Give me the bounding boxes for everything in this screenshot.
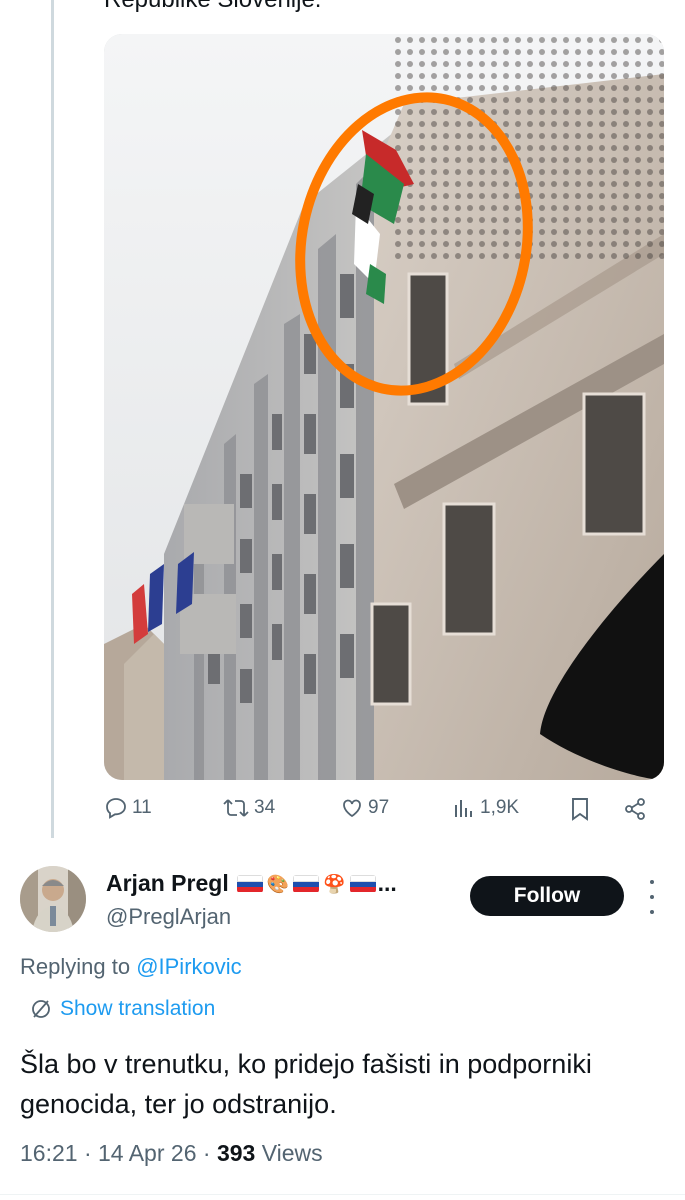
repost-icon — [223, 799, 249, 817]
views-count: 1,9K — [480, 797, 520, 818]
views-label: Views — [261, 1140, 323, 1166]
tweet-photo[interactable] — [104, 34, 664, 780]
tweet-date[interactable]: 14 Apr 26 — [98, 1140, 196, 1166]
name-emojis: 🎨 🍄 — [236, 873, 376, 894]
slovenia-flag-icon — [236, 874, 263, 893]
share-icon — [625, 798, 645, 820]
like-count: 97 — [368, 797, 390, 818]
slovenia-flag-icon — [349, 874, 376, 893]
divider — [0, 1194, 685, 1195]
views-action[interactable]: 1,9K — [452, 796, 519, 820]
building-photo-illustration — [104, 34, 664, 780]
reply-text: Šla bo v trenutku, ko pridejo fašisti in… — [20, 1049, 592, 1119]
share-action[interactable] — [622, 796, 648, 822]
tweet-time[interactable]: 16:21 — [20, 1140, 78, 1166]
bookmark-action[interactable] — [568, 796, 592, 822]
previous-tweet-text: Republike Slovenije. — [104, 0, 321, 14]
replying-mention-link[interactable]: @IPirkovic — [136, 954, 241, 979]
heart-icon — [343, 799, 361, 818]
reply-action[interactable]: 11 — [104, 796, 152, 820]
slovenia-flag-icon — [293, 874, 320, 893]
avatar-image — [20, 866, 86, 932]
repost-count: 34 — [254, 797, 276, 818]
repost-action[interactable]: 34 — [222, 796, 275, 820]
bookmark-icon — [572, 798, 588, 821]
reply-icon — [106, 798, 126, 819]
author-name[interactable]: Arjan Pregl — [106, 870, 229, 897]
author-handle[interactable]: @PreglArjan — [106, 904, 231, 930]
author-name-row[interactable]: Arjan Pregl 🎨 🍄 ... — [106, 870, 397, 897]
like-action[interactable]: 97 — [340, 796, 389, 820]
more-options-icon[interactable] — [642, 880, 662, 914]
reply-count: 11 — [132, 797, 152, 818]
show-translation-label: Show translation — [60, 997, 216, 1020]
tweet-actions-bar: 11 34 97 1,9K — [104, 796, 664, 836]
replying-prefix: Replying to — [20, 954, 137, 979]
show-translation-link[interactable]: Show translation — [30, 997, 215, 1021]
analytics-icon — [455, 800, 472, 817]
mushroom-icon: 🍄 — [323, 873, 346, 894]
thread-connector-line — [51, 0, 54, 838]
follow-button[interactable]: Follow — [470, 876, 624, 916]
tweet-meta: 16:21 · 14 Apr 26 · 393 Views — [20, 1140, 323, 1166]
avatar[interactable] — [20, 866, 86, 932]
replying-to: Replying to @IPirkovic — [20, 954, 242, 980]
palette-icon: 🎨 — [266, 873, 290, 894]
translate-icon — [32, 1000, 50, 1018]
name-truncation: ... — [377, 870, 397, 896]
views-number: 393 — [216, 1140, 256, 1166]
